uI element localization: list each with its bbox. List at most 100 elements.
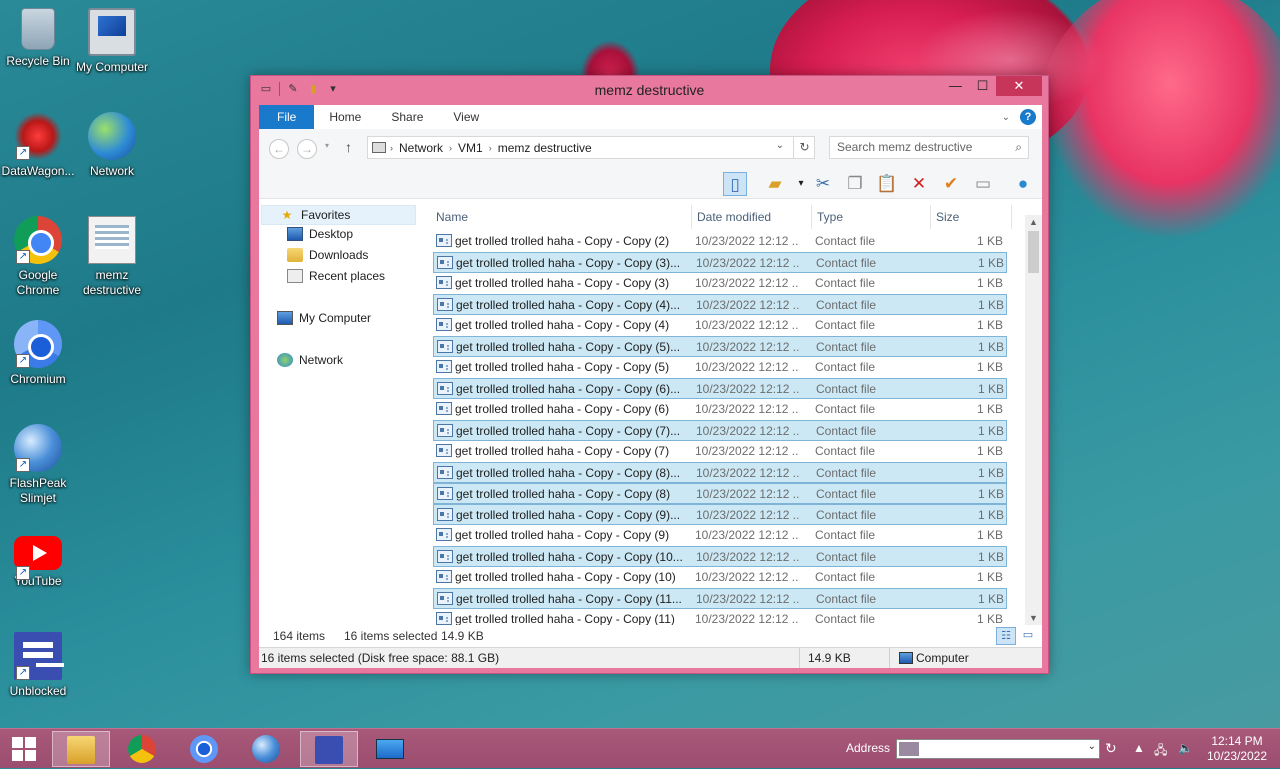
column-divider[interactable] bbox=[691, 205, 692, 229]
taskbar-remote-desktop[interactable] bbox=[362, 731, 420, 767]
network-status-icon[interactable]: 🖧 bbox=[1154, 741, 1167, 762]
scroll-up-icon[interactable]: ▲ bbox=[1025, 217, 1042, 227]
scrollbar-thumb[interactable] bbox=[1028, 231, 1039, 273]
start-button[interactable] bbox=[0, 729, 48, 769]
close-button[interactable]: ✕ bbox=[996, 76, 1042, 96]
taskbar-address-input[interactable]: ⌄ bbox=[896, 739, 1100, 759]
desktop-icon-unblocked[interactable]: ↗ Unblocked bbox=[0, 632, 76, 699]
copy-icon[interactable]: ❐ bbox=[843, 172, 867, 196]
folder-options-icon[interactable]: ▰ bbox=[763, 172, 787, 196]
chevron-down-icon[interactable]: ⌄ bbox=[1088, 741, 1096, 752]
nav-item-favorites[interactable]: ★ Favorites bbox=[261, 205, 416, 225]
column-header-type[interactable]: Type bbox=[817, 210, 843, 224]
address-dropdown-icon[interactable]: ⌄ bbox=[776, 140, 784, 151]
up-button[interactable]: ↑ bbox=[345, 139, 352, 155]
file-row[interactable]: get trolled trolled haha - Copy - Copy (… bbox=[433, 462, 1007, 483]
column-header-size[interactable]: Size bbox=[936, 210, 959, 224]
paste-icon[interactable]: 📋 bbox=[875, 172, 899, 196]
minimize-button[interactable]: — bbox=[942, 76, 969, 96]
nav-item-recent-places[interactable]: Recent places bbox=[287, 269, 385, 283]
taskbar-file-explorer[interactable] bbox=[52, 731, 110, 767]
tab-file[interactable]: File bbox=[259, 105, 315, 129]
file-row[interactable]: get trolled trolled haha - Copy - Copy (… bbox=[433, 441, 1007, 462]
expand-ribbon-icon[interactable]: ⌄ bbox=[1002, 112, 1010, 123]
desktop-icon-youtube[interactable]: ↗ YouTube bbox=[0, 528, 76, 589]
file-row[interactable]: get trolled trolled haha - Copy - Copy (… bbox=[433, 525, 1007, 546]
breadcrumb-network[interactable]: Network bbox=[393, 141, 449, 155]
file-row[interactable]: get trolled trolled haha - Copy - Copy (… bbox=[433, 420, 1007, 441]
taskbar-slimjet[interactable] bbox=[238, 731, 296, 767]
file-row[interactable]: get trolled trolled haha - Copy - Copy (… bbox=[433, 399, 1007, 420]
file-row[interactable]: get trolled trolled haha - Copy - Copy (… bbox=[433, 231, 1007, 252]
file-date: 10/23/2022 12:12 ... bbox=[695, 360, 799, 374]
column-header-name[interactable]: Name bbox=[436, 210, 468, 224]
file-date: 10/23/2022 12:12 ... bbox=[696, 382, 800, 396]
back-button[interactable]: ← bbox=[269, 139, 289, 159]
column-divider[interactable] bbox=[930, 205, 931, 229]
search-input[interactable]: Search memz destructive ⌕ bbox=[829, 136, 1029, 159]
scroll-down-icon[interactable]: ▼ bbox=[1025, 613, 1042, 623]
desktop-icon-recycle-bin[interactable]: Recycle Bin bbox=[0, 8, 76, 69]
file-row[interactable]: get trolled trolled haha - Copy - Copy (… bbox=[433, 504, 1007, 525]
column-header-date[interactable]: Date modified bbox=[697, 210, 771, 224]
dropdown-icon[interactable]: ▾ bbox=[789, 172, 813, 196]
file-row[interactable]: get trolled trolled haha - Copy - Copy (… bbox=[433, 567, 1007, 588]
file-row[interactable]: get trolled trolled haha - Copy - Copy (… bbox=[433, 357, 1007, 378]
checkmark-icon[interactable]: ✔ bbox=[939, 172, 963, 196]
file-row[interactable]: get trolled trolled haha - Copy - Copy (… bbox=[433, 273, 1007, 294]
file-row[interactable]: get trolled trolled haha - Copy - Copy (… bbox=[433, 609, 1007, 625]
file-row[interactable]: get trolled trolled haha - Copy - Copy (… bbox=[433, 315, 1007, 336]
preview-pane-button[interactable]: ▯ bbox=[723, 172, 747, 196]
details-view-button[interactable]: ☷ bbox=[996, 627, 1016, 645]
tab-home[interactable]: Home bbox=[314, 105, 376, 129]
file-row[interactable]: get trolled trolled haha - Copy - Copy (… bbox=[433, 483, 1007, 504]
rename-icon[interactable]: ▭ bbox=[971, 172, 995, 196]
delete-icon[interactable]: ✕ bbox=[907, 172, 931, 196]
nav-item-downloads[interactable]: Downloads bbox=[287, 248, 368, 262]
taskbar-chromium[interactable] bbox=[176, 731, 234, 767]
breadcrumb-current-folder[interactable]: memz destructive bbox=[492, 141, 598, 155]
search-icon[interactable]: ⌕ bbox=[1015, 137, 1022, 158]
desktop-icon-datawagon[interactable]: ↗ DataWagon... bbox=[0, 112, 76, 179]
desktop-icon-slimjet[interactable]: ↗ FlashPeak Slimjet bbox=[0, 424, 76, 506]
volume-icon[interactable]: 🔈 bbox=[1178, 741, 1193, 755]
tab-share[interactable]: Share bbox=[376, 105, 438, 129]
desktop-icon-chromium[interactable]: ↗ Chromium bbox=[0, 320, 76, 387]
desktop-icon-google-chrome[interactable]: ↗ Google Chrome bbox=[0, 216, 76, 298]
file-row[interactable]: get trolled trolled haha - Copy - Copy (… bbox=[433, 378, 1007, 399]
show-hidden-icons-icon[interactable]: ▲ bbox=[1133, 741, 1145, 755]
help-icon[interactable]: ? bbox=[1020, 109, 1036, 125]
vertical-scrollbar[interactable]: ▲ ▼ bbox=[1025, 215, 1042, 625]
desktop-icon-my-computer[interactable]: My Computer bbox=[74, 8, 150, 75]
selected-count: 16 items selected bbox=[344, 629, 438, 643]
file-row[interactable]: get trolled trolled haha - Copy - Copy (… bbox=[433, 252, 1007, 273]
refresh-icon[interactable]: ↻ bbox=[1105, 740, 1117, 757]
title-bar[interactable]: ▭ ✎ ▮ ▾ memz destructive — ☐ ✕ bbox=[251, 76, 1048, 104]
column-divider[interactable] bbox=[811, 205, 812, 229]
recent-locations-icon[interactable]: ▾ bbox=[325, 141, 329, 150]
desktop-icon-network[interactable]: Network bbox=[74, 112, 150, 179]
desktop-icon-memz-destructive[interactable]: memz destructive bbox=[74, 216, 150, 298]
nav-item-network[interactable]: Network bbox=[277, 353, 343, 367]
column-divider[interactable] bbox=[1011, 205, 1012, 229]
taskbar-unblocked[interactable] bbox=[300, 731, 358, 767]
maximize-button[interactable]: ☐ bbox=[969, 76, 996, 96]
refresh-button[interactable]: ↻ bbox=[793, 136, 815, 159]
address-bar[interactable]: › Network › VM1 › memz destructive ⌄ bbox=[367, 136, 815, 159]
explorer-window[interactable]: ▭ ✎ ▮ ▾ memz destructive — ☐ ✕ File Home… bbox=[250, 75, 1049, 674]
taskbar-clock[interactable]: 12:14 PM 10/23/2022 bbox=[1200, 734, 1274, 764]
file-row[interactable]: get trolled trolled haha - Copy - Copy (… bbox=[433, 546, 1007, 567]
nav-item-desktop[interactable]: Desktop bbox=[287, 227, 353, 241]
taskbar-chrome[interactable] bbox=[114, 731, 172, 767]
file-row[interactable]: get trolled trolled haha - Copy - Copy (… bbox=[433, 588, 1007, 609]
cut-icon[interactable]: ✂ bbox=[811, 172, 835, 196]
large-icons-view-button[interactable]: ▭ bbox=[1018, 627, 1038, 645]
globe-icon[interactable]: ● bbox=[1011, 172, 1035, 196]
tab-view[interactable]: View bbox=[438, 105, 494, 129]
desktop-icon-label: Recycle Bin bbox=[6, 54, 70, 68]
file-row[interactable]: get trolled trolled haha - Copy - Copy (… bbox=[433, 294, 1007, 315]
breadcrumb-vm1[interactable]: VM1 bbox=[452, 141, 489, 155]
file-row[interactable]: get trolled trolled haha - Copy - Copy (… bbox=[433, 336, 1007, 357]
nav-item-my-computer[interactable]: My Computer bbox=[277, 311, 371, 325]
forward-button[interactable]: → bbox=[297, 139, 317, 159]
